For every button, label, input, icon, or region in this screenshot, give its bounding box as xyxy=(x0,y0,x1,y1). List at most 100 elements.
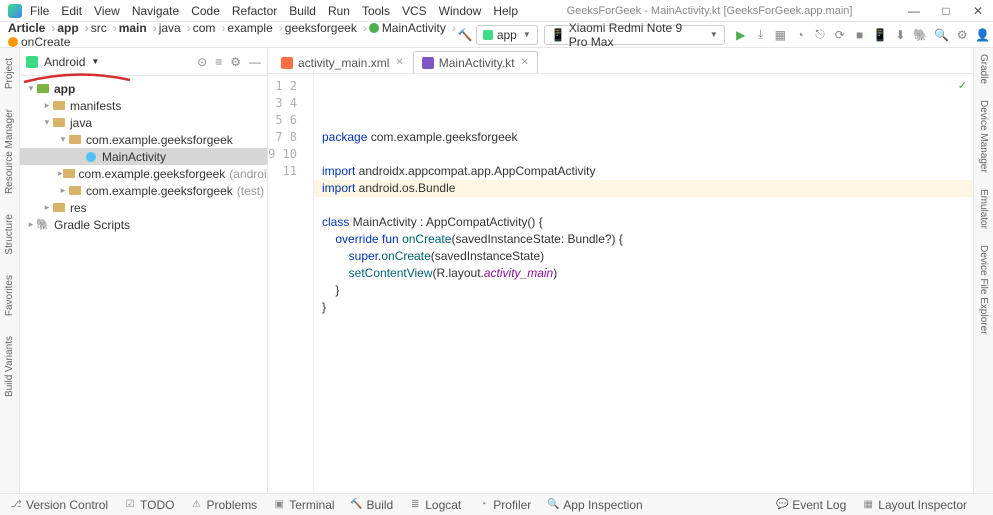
run-config-dropdown[interactable]: app ▼ xyxy=(476,25,538,45)
run-button[interactable]: ▶ xyxy=(734,27,748,43)
bottom-tool-build[interactable]: 🔨Build xyxy=(351,498,394,512)
tool-icon: ◔ xyxy=(477,499,489,511)
hide-panel-icon[interactable]: — xyxy=(249,55,261,69)
close-tab-icon[interactable]: ✕ xyxy=(521,57,529,68)
menu-window[interactable]: Window xyxy=(439,4,482,18)
tool-gradle[interactable]: Gradle xyxy=(978,54,989,84)
breadcrumb-mainactivity[interactable]: MainActivity xyxy=(363,19,452,37)
breadcrumb-java[interactable]: java xyxy=(153,19,187,37)
bottom-tool-app-inspection[interactable]: 🔍App Inspection xyxy=(547,498,642,512)
tree-node[interactable]: ▸ manifests xyxy=(20,97,267,114)
tool-build-variants[interactable]: Build Variants xyxy=(4,336,15,397)
maximize-button[interactable]: □ xyxy=(939,4,953,18)
project-mode-dropdown[interactable]: Android ▼ ⊙ ≡ ⚙ — xyxy=(20,48,267,76)
breadcrumb-com[interactable]: com xyxy=(187,19,222,37)
menu-tools[interactable]: Tools xyxy=(362,4,390,18)
tree-node-label: com.example.geeksforgeek xyxy=(86,184,233,198)
editor-tab[interactable]: activity_main.xml✕ xyxy=(272,51,413,73)
tree-node[interactable]: ▾java xyxy=(20,114,267,131)
tree-twisty-icon[interactable]: ▾ xyxy=(26,83,36,94)
editor-area: activity_main.xml✕MainActivity.kt✕ 1 2 3… xyxy=(268,48,973,493)
coverage-button[interactable]: ▦ xyxy=(773,27,787,43)
xml-file-icon xyxy=(281,57,293,69)
gear-icon[interactable]: ⚙ xyxy=(230,55,241,69)
project-tree[interactable]: ▾app▸manifests▾java▾com.example.geeksfor… xyxy=(20,76,267,493)
tool-emulator[interactable]: Emulator xyxy=(978,189,989,229)
breadcrumb-src[interactable]: src xyxy=(85,19,113,37)
menu-refactor[interactable]: Refactor xyxy=(232,4,277,18)
bottom-tool-problems[interactable]: ⚠Problems xyxy=(191,498,258,512)
bottom-tool-logcat[interactable]: ≣Logcat xyxy=(409,498,461,512)
function-icon xyxy=(8,37,18,47)
device-dropdown[interactable]: 📱 Xiaomi Redmi Note 9 Pro Max ▼ xyxy=(544,25,725,45)
tool-device-file-explorer[interactable]: Device File Explorer xyxy=(978,245,989,334)
tree-node[interactable]: ▾com.example.geeksforgeek xyxy=(20,131,267,148)
sdk-manager-icon[interactable]: ⬇ xyxy=(894,27,908,43)
stop-button[interactable]: ■ xyxy=(853,27,867,43)
tree-node[interactable]: MainActivity xyxy=(20,148,267,165)
tool-structure[interactable]: Structure xyxy=(4,214,15,255)
tree-node[interactable]: ▸com.example.geeksforgeek(androidTest) xyxy=(20,165,267,182)
close-tab-icon[interactable]: ✕ xyxy=(395,57,403,68)
tree-node[interactable]: ▸🐘Gradle Scripts xyxy=(20,216,267,233)
tree-twisty-icon[interactable]: ▾ xyxy=(42,117,52,128)
close-button[interactable]: ✕ xyxy=(971,4,985,18)
android-icon xyxy=(26,56,38,68)
sync-icon[interactable]: 🐘 xyxy=(913,27,928,43)
attach-debugger-icon[interactable]: ⎋ xyxy=(813,27,827,43)
tool-icon: ☑ xyxy=(124,499,136,511)
code-content[interactable]: ✓ package com.example.geeksforgeek impor… xyxy=(314,74,973,493)
tree-twisty-icon[interactable]: ▸ xyxy=(42,100,52,111)
breadcrumb-main[interactable]: main xyxy=(113,19,153,37)
menu-edit[interactable]: Edit xyxy=(61,4,82,18)
menu-navigate[interactable]: Navigate xyxy=(132,4,179,18)
bottom-tool-event-log[interactable]: 💬Event Log xyxy=(776,498,846,512)
menu-run[interactable]: Run xyxy=(328,4,350,18)
tree-node[interactable]: ▸res xyxy=(20,199,267,216)
tool-project[interactable]: Project xyxy=(4,58,15,89)
collapse-icon[interactable]: ≡ xyxy=(215,55,222,69)
menu-build[interactable]: Build xyxy=(289,4,316,18)
bottom-tool-version-control[interactable]: ⎇Version Control xyxy=(10,498,108,512)
tool-device-manager[interactable]: Device Manager xyxy=(978,100,989,173)
menu-file[interactable]: File xyxy=(30,4,49,18)
target-icon[interactable]: ⊙ xyxy=(197,55,207,69)
menu-help[interactable]: Help xyxy=(493,4,518,18)
code-text[interactable]: package com.example.geeksforgeek import … xyxy=(322,129,973,316)
tool-resource-manager[interactable]: Resource Manager xyxy=(4,109,15,194)
minimize-button[interactable]: — xyxy=(907,4,921,18)
bottom-tool-profiler[interactable]: ◔Profiler xyxy=(477,498,531,512)
bottom-tool-todo[interactable]: ☑TODO xyxy=(124,498,174,512)
menu-code[interactable]: Code xyxy=(191,4,220,18)
editor-tab[interactable]: MainActivity.kt✕ xyxy=(413,51,538,73)
tool-favorites[interactable]: Favorites xyxy=(4,275,15,316)
tree-node[interactable]: ▾app xyxy=(20,80,267,97)
settings-icon[interactable]: ⚙ xyxy=(955,27,969,43)
tree-twisty-icon[interactable]: ▸ xyxy=(42,202,52,213)
folder-icon xyxy=(68,185,82,197)
menu-vcs[interactable]: VCS xyxy=(402,4,427,18)
device-label: Xiaomi Redmi Note 9 Pro Max xyxy=(569,21,704,49)
hammer-icon[interactable]: 🔨 xyxy=(458,27,473,43)
bottom-tool-terminal[interactable]: ▣Terminal xyxy=(273,498,334,512)
tree-twisty-icon[interactable]: ▸ xyxy=(58,185,68,196)
tool-icon: ≣ xyxy=(409,499,421,511)
apply-changes-icon[interactable]: ⟳ xyxy=(833,27,847,43)
tree-node-label: manifests xyxy=(70,99,121,113)
tool-icon: 🔨 xyxy=(351,499,363,511)
bottom-tool-layout-inspector[interactable]: ▦Layout Inspector xyxy=(862,498,967,512)
breadcrumb-example[interactable]: example xyxy=(221,19,278,37)
avd-manager-icon[interactable]: 📱 xyxy=(873,27,888,43)
tree-twisty-icon[interactable]: ▸ xyxy=(26,219,36,230)
menu-view[interactable]: View xyxy=(94,4,120,18)
code-editor[interactable]: 1 2 3 4 5 6 7 8 9 10 11 ✓ package com.ex… xyxy=(268,74,973,493)
search-icon[interactable]: 🔍 xyxy=(934,27,949,43)
profile-button[interactable]: ◔ xyxy=(793,27,807,43)
android-icon xyxy=(483,30,493,40)
tree-twisty-icon[interactable]: ▾ xyxy=(58,134,68,145)
tree-node[interactable]: ▸com.example.geeksforgeek(test) xyxy=(20,182,267,199)
tool-icon: ⎇ xyxy=(10,499,22,511)
breadcrumb-geeksforgeek[interactable]: geeksforgeek xyxy=(279,19,363,37)
account-icon[interactable]: 👤 xyxy=(975,27,990,43)
debug-button[interactable]: ⤓ xyxy=(754,27,768,43)
